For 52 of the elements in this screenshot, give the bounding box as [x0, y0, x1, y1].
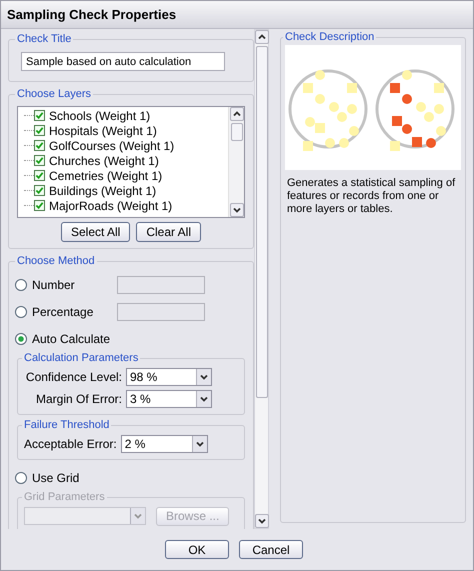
group-label: Choose Layers: [16, 88, 92, 100]
layer-name[interactable]: GolfCourses (Weight 1): [49, 138, 174, 152]
radio-button[interactable]: [15, 306, 27, 318]
scroll-down-icon[interactable]: [230, 203, 244, 217]
layer-name[interactable]: Hospitals (Weight 1): [49, 124, 157, 138]
checkbox[interactable]: [34, 185, 45, 196]
checkbox[interactable]: [34, 170, 45, 181]
dialog-button[interactable]: Cancel: [239, 540, 303, 559]
checkbox[interactable]: [34, 110, 45, 121]
checkbox[interactable]: [34, 155, 45, 166]
scroll-thumb[interactable]: [230, 123, 242, 141]
layer-name[interactable]: Buildings (Weight 1): [49, 184, 156, 198]
group-label: Check Title: [16, 33, 72, 45]
value-field[interactable]: [117, 276, 205, 294]
group-label: Check Description: [284, 31, 376, 43]
layer-name[interactable]: Cemetries (Weight 1): [49, 168, 162, 182]
scroll-down-icon[interactable]: [254, 514, 268, 528]
field-label: Confidence Level:: [26, 370, 122, 384]
dropdown[interactable]: 3 %: [126, 390, 212, 408]
group-label: Failure Threshold: [23, 419, 110, 431]
radio-label[interactable]: Auto Calculate: [32, 332, 117, 346]
layer-name[interactable]: Churches (Weight 1): [49, 154, 159, 168]
radio-button[interactable]: [15, 278, 27, 290]
field-label: Margin Of Error:: [36, 392, 122, 406]
group-label: Calculation Parameters: [23, 352, 140, 364]
group-label: Choose Method: [16, 255, 96, 267]
group-label: Grid Parameters: [23, 491, 106, 503]
scroll-up-icon[interactable]: [254, 30, 268, 44]
value-field[interactable]: [117, 302, 205, 320]
field-label: Acceptable Error:: [24, 437, 117, 451]
radio-button[interactable]: [15, 472, 27, 484]
scroll-thumb[interactable]: [256, 46, 268, 398]
radio-label[interactable]: Percentage: [32, 304, 117, 318]
radio-button[interactable]: [15, 332, 27, 344]
checkbox[interactable]: [34, 125, 45, 136]
scrollbar[interactable]: [254, 29, 269, 529]
checkbox[interactable]: [34, 140, 45, 151]
dialog-button[interactable]: OK: [165, 540, 229, 559]
scrollbar[interactable]: [228, 107, 244, 217]
dropdown[interactable]: 2 %: [120, 435, 208, 453]
description-text: Generates a statistical sampling of features or records from one or more layers or tables.: [287, 177, 456, 216]
layer-name[interactable]: Schools (Weight 1): [49, 108, 150, 122]
scroll-up-icon[interactable]: [230, 107, 244, 121]
window-title: Sampling Check Properties: [1, 1, 473, 29]
check-title-field[interactable]: Sample based on auto calculation: [21, 52, 225, 71]
radio-label[interactable]: Use Grid: [32, 470, 117, 484]
layer-name[interactable]: MajorRoads (Weight 1): [49, 198, 172, 212]
checkbox[interactable]: [34, 200, 45, 211]
list-button[interactable]: Select All: [60, 222, 130, 242]
list-button[interactable]: Clear All: [136, 222, 202, 242]
radio-label[interactable]: Number: [32, 278, 117, 292]
dropdown[interactable]: 98 %: [126, 368, 212, 386]
